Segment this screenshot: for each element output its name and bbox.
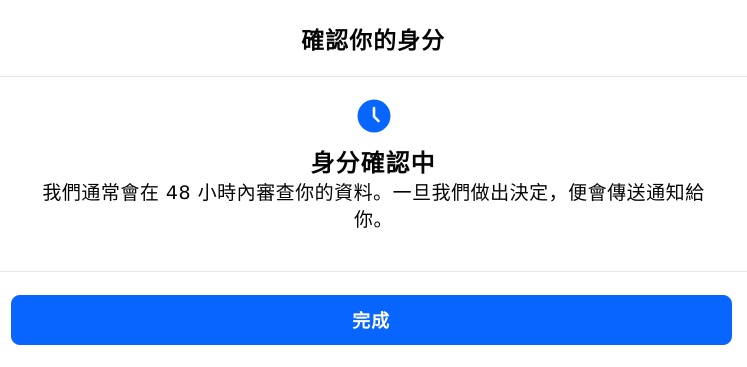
done-button[interactable]: 完成 — [11, 295, 732, 345]
status-title: 身分確認中 — [311, 149, 436, 177]
dialog-body: 身分確認中 我們通常會在 48 小時內審查你的資料。一旦我們做出決定，便會傳送通… — [0, 77, 747, 272]
dialog-title: 確認你的身分 — [301, 28, 446, 54]
dialog-header: 確認你的身分 — [0, 0, 747, 77]
clock-icon — [357, 99, 391, 133]
dialog-footer: 完成 — [0, 272, 747, 367]
verify-identity-dialog: 確認你的身分 身分確認中 我們通常會在 48 小時內審查你的資料。一旦我們做出決… — [0, 0, 747, 367]
status-description: 我們通常會在 48 小時內審查你的資料。一旦我們做出決定，便會傳送通知給你。 — [42, 182, 705, 231]
